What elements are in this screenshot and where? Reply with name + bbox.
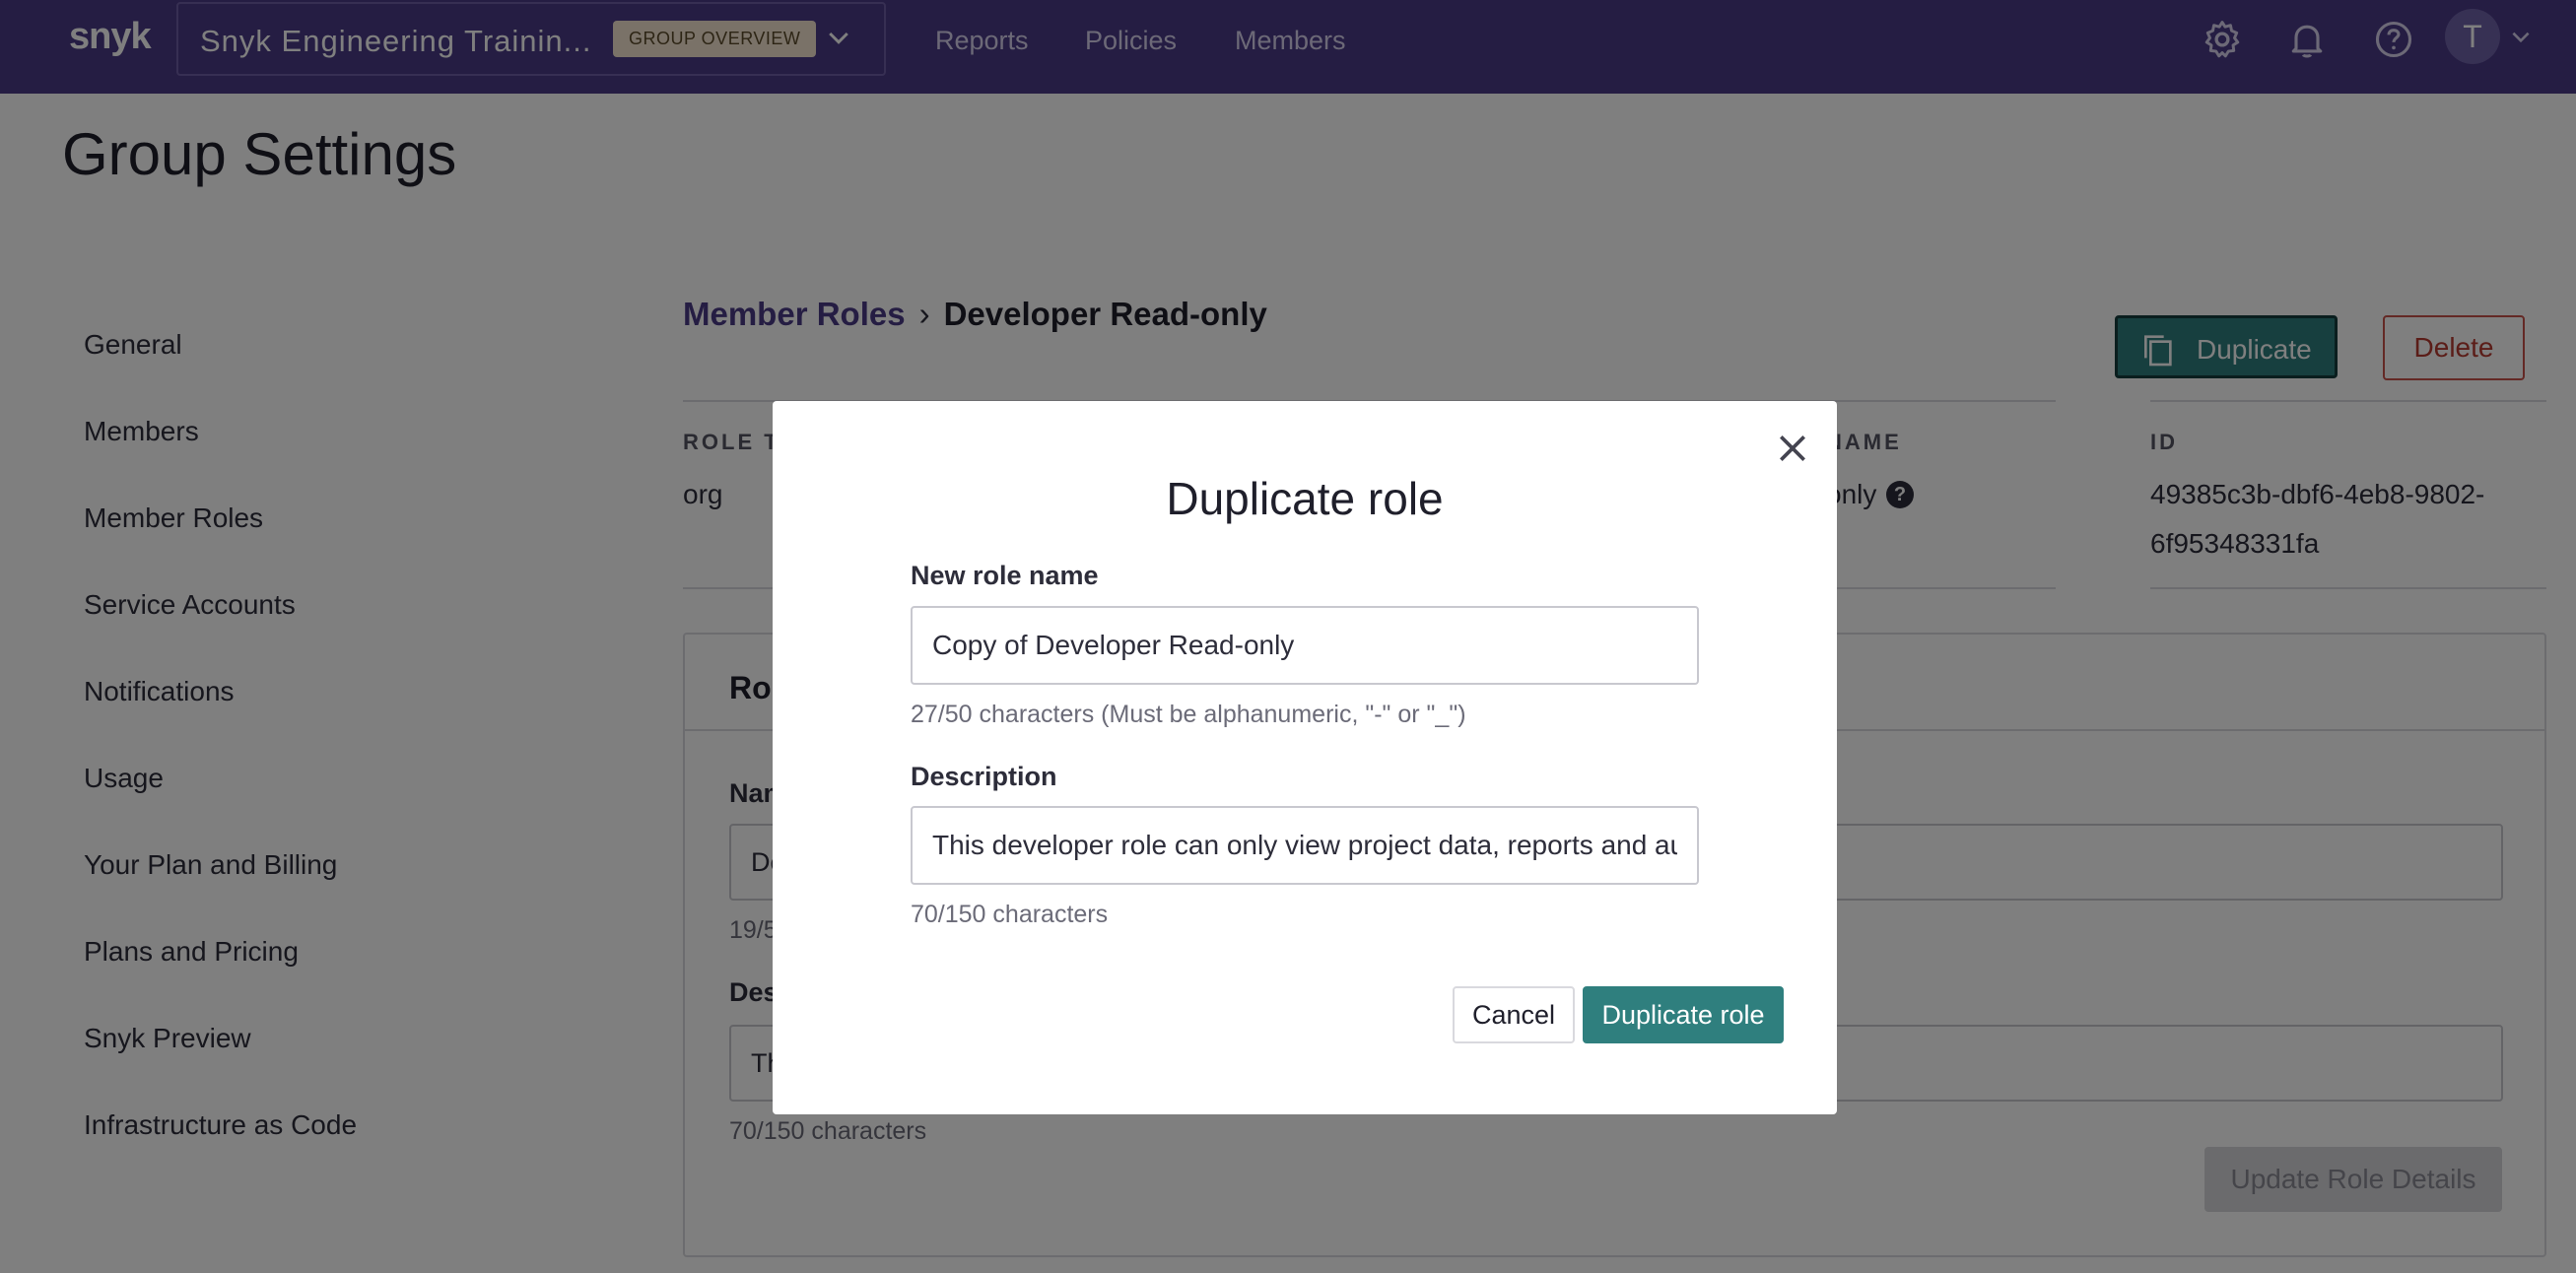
new-role-name-label: New role name	[911, 561, 1099, 590]
cancel-button[interactable]: Cancel	[1453, 986, 1575, 1043]
modal-title: Duplicate role	[1166, 473, 1444, 524]
new-role-name-input[interactable]	[911, 606, 1699, 685]
description-helper: 70/150 characters	[911, 901, 1109, 928]
description-input[interactable]	[911, 806, 1699, 885]
close-icon[interactable]	[1773, 429, 1812, 468]
duplicate-role-button[interactable]: Duplicate role	[1583, 986, 1784, 1043]
new-role-name-helper: 27/50 characters (Must be alphanumeric, …	[911, 701, 1466, 728]
duplicate-role-modal: Duplicate role New role name 27/50 chara…	[773, 401, 1837, 1114]
description-label: Description	[911, 762, 1057, 791]
